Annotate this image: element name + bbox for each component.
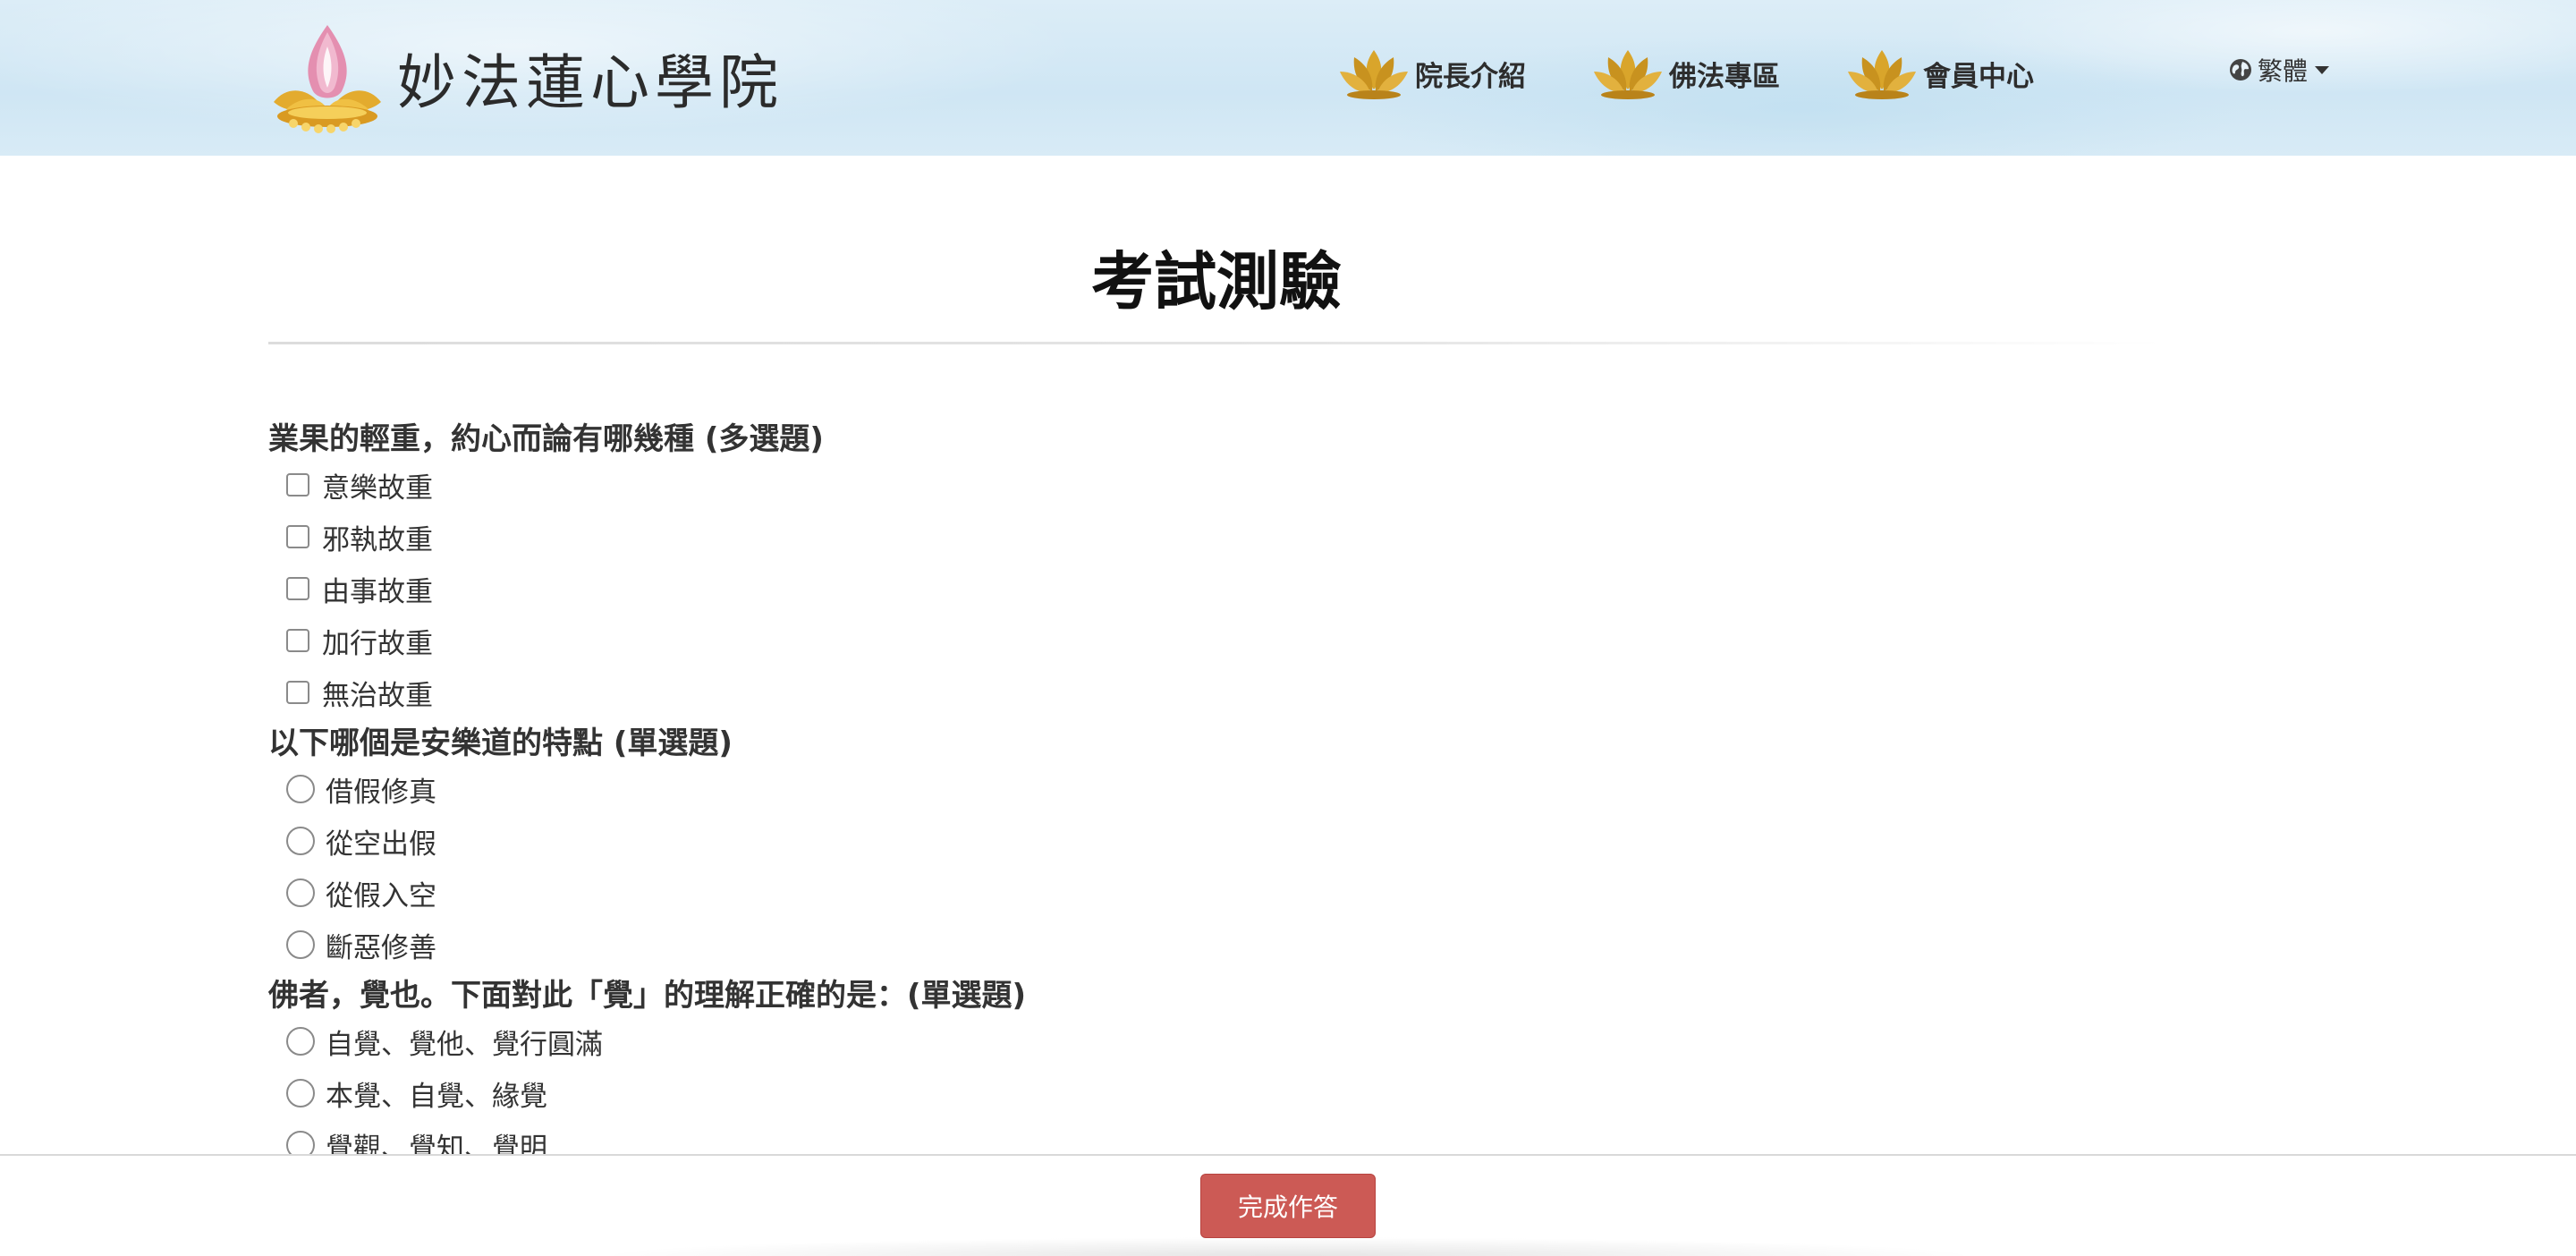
globe-icon xyxy=(2230,59,2251,81)
lotus-icon xyxy=(1594,50,1662,99)
nav-item-dharma[interactable]: 佛法專區 xyxy=(1590,45,1780,102)
option-radio[interactable]: 借假修真 xyxy=(268,763,2165,815)
lotus-logo-icon xyxy=(274,25,381,133)
option-checkbox[interactable]: 由事故重 xyxy=(268,563,2165,615)
title-divider xyxy=(268,342,2165,344)
option-checkbox[interactable]: 加行故重 xyxy=(268,615,2165,666)
radio-button[interactable] xyxy=(286,1079,315,1107)
option-label: 斷惡修善 xyxy=(326,931,436,964)
option-label: 意樂故重 xyxy=(322,471,433,505)
option-label: 借假修真 xyxy=(326,776,436,809)
site-name: 妙法蓮心學院 xyxy=(397,48,784,117)
option-radio[interactable]: 斷惡修善 xyxy=(268,919,2165,971)
nav-item-principal[interactable]: 院長介紹 xyxy=(1336,45,1526,102)
question-list: 業果的輕重，約心而論有哪幾種 (多選題) 意樂故重 邪執故重 由事故重 加行故重… xyxy=(268,420,2165,1171)
nav-item-member[interactable]: 會員中心 xyxy=(1844,45,2034,102)
option-label: 由事故重 xyxy=(322,575,433,608)
option-label: 加行故重 xyxy=(322,627,433,660)
option-label: 從空出假 xyxy=(326,827,436,861)
language-label: 繁體 xyxy=(2258,56,2309,86)
option-radio[interactable]: 自覺、覺他、覺行圓滿 xyxy=(268,1015,2165,1067)
checkbox[interactable] xyxy=(286,629,309,652)
question-3: 佛者，覺也。下面對此「覺」的理解正確的是：(單選題) 自覺、覺他、覺行圓滿 本覺… xyxy=(268,976,2165,1171)
nav-item-label: 會員中心 xyxy=(1923,60,2034,93)
question-1: 業果的輕重，約心而論有哪幾種 (多選題) 意樂故重 邪執故重 由事故重 加行故重… xyxy=(268,420,2165,718)
radio-button[interactable] xyxy=(286,775,315,803)
question-text: 佛者，覺也。下面對此「覺」的理解正確的是：(單選題) xyxy=(268,978,1027,1014)
question-text: 業果的輕重，約心而論有哪幾種 (多選題) xyxy=(268,421,824,457)
page-title: 考試測驗 xyxy=(1091,245,1342,318)
checkbox[interactable] xyxy=(286,525,309,548)
checkbox[interactable] xyxy=(286,577,309,600)
site-logo[interactable]: 妙法蓮心學院 xyxy=(267,20,784,136)
lotus-icon xyxy=(1340,50,1408,99)
caret-down-icon xyxy=(2315,65,2330,74)
radio-button[interactable] xyxy=(286,878,315,907)
nav-item-label: 院長介紹 xyxy=(1415,60,1526,93)
sticky-footer-bar: 完成作答 xyxy=(0,1154,2576,1256)
nav-item-label: 佛法專區 xyxy=(1669,60,1780,93)
language-dropdown[interactable]: 繁體 xyxy=(2229,52,2330,88)
option-checkbox[interactable]: 邪執故重 xyxy=(268,511,2165,563)
option-label: 本覺、自覺、緣覺 xyxy=(326,1080,547,1113)
option-radio[interactable]: 從假入空 xyxy=(268,867,2165,919)
checkbox[interactable] xyxy=(286,473,309,496)
option-label: 從假入空 xyxy=(326,879,436,912)
submit-answers-button[interactable]: 完成作答 xyxy=(1200,1174,1376,1238)
radio-button[interactable] xyxy=(286,1027,315,1056)
lotus-icon xyxy=(1848,50,1916,99)
option-checkbox[interactable]: 無治故重 xyxy=(268,666,2165,718)
option-label: 無治故重 xyxy=(322,679,433,712)
checkbox[interactable] xyxy=(286,681,309,704)
main-nav: 院長介紹 佛法專區 會員中心 xyxy=(1336,45,2098,102)
radio-button[interactable] xyxy=(286,930,315,959)
option-radio[interactable]: 從空出假 xyxy=(268,815,2165,867)
radio-button[interactable] xyxy=(286,827,315,855)
option-label: 邪執故重 xyxy=(322,523,433,556)
option-label: 自覺、覺他、覺行圓滿 xyxy=(326,1028,603,1061)
main-content: 考試測驗 業果的輕重，約心而論有哪幾種 (多選題) 意樂故重 邪執故重 由事故重… xyxy=(268,156,2165,1176)
question-text: 以下哪個是安樂道的特點 (單選題) xyxy=(268,726,733,761)
option-radio[interactable]: 本覺、自覺、緣覺 xyxy=(268,1067,2165,1119)
question-2: 以下哪個是安樂道的特點 (單選題) 借假修真 從空出假 從假入空 斷惡修善 xyxy=(268,724,2165,971)
option-checkbox[interactable]: 意樂故重 xyxy=(268,459,2165,511)
site-header: 妙法蓮心學院 院長介紹 佛法專區 會員中心 繁體 xyxy=(0,0,2576,156)
